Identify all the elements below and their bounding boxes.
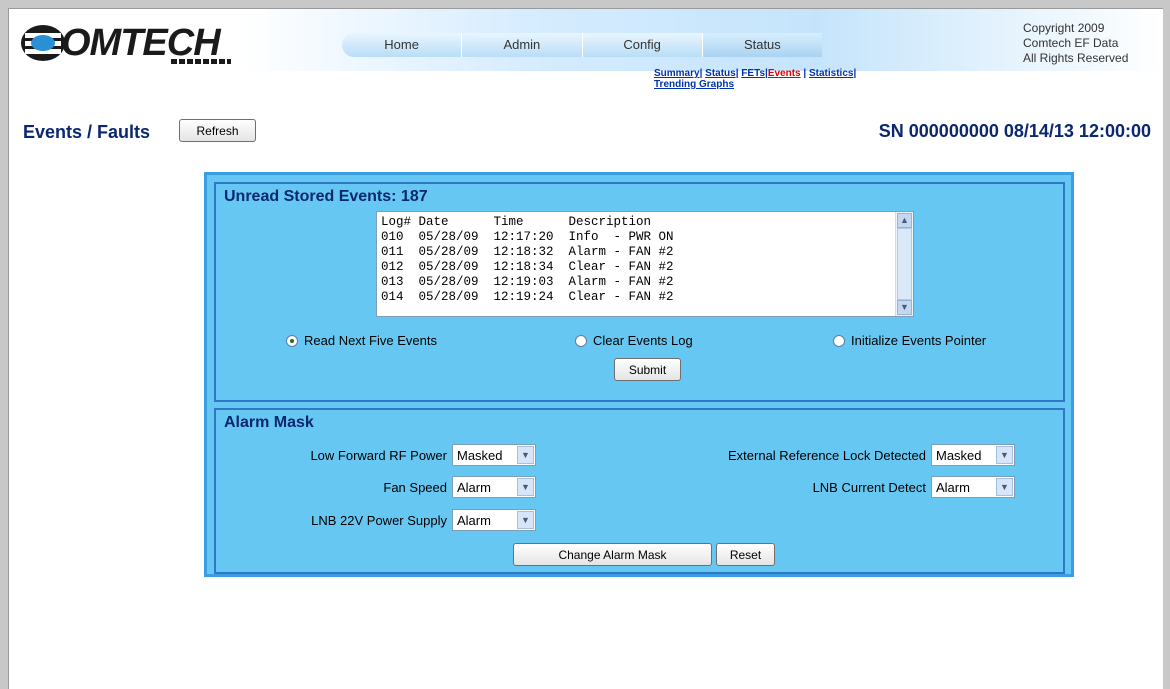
external-reference-lock-select[interactable]: Masked ▼ [931,444,1015,466]
scroll-thumb[interactable] [897,228,912,300]
radio-unchecked-icon[interactable] [833,334,845,347]
copyright-block: Copyright 2009 Comtech EF Data All Right… [1023,21,1151,66]
log-row: 010 05/28/09 12:17:20 Info - PWR ON [381,230,674,244]
field-fan-speed: Fan Speed Alarm ▼ [383,476,536,498]
change-alarm-mask-button[interactable]: Change Alarm Mask [513,543,712,566]
serial-date-time: SN 000000000 08/14/13 12:00:00 [878,121,1151,141]
log-row: 014 05/28/09 12:19:24 Clear - FAN #2 [381,290,674,304]
lnb-current-detect-select[interactable]: Alarm ▼ [931,476,1015,498]
radio-clear-events-log[interactable]: Clear Events Log [575,333,693,348]
subnav-status[interactable]: Status [705,68,736,79]
tab-admin[interactable]: Admin [462,33,583,57]
browser-frame: OMTECH Home Admin Config Status Copyrigh… [8,8,1163,689]
comtech-logo: OMTECH [21,22,271,69]
field-external-reference-lock: External Reference Lock Detected Masked … [728,444,1015,466]
events-section: Unread Stored Events: 187 Log# Date Time… [214,182,1065,402]
log-row: 011 05/28/09 12:18:32 Alarm - FAN #2 [381,245,674,259]
status-subnav: Summary| Status| FETs|Events | Statistic… [654,68,857,90]
alarm-mask-title: Alarm Mask [224,414,314,431]
low-forward-rf-power-select[interactable]: Masked ▼ [452,444,536,466]
alarm-mask-section: Alarm Mask Low Forward RF Power Masked ▼… [214,408,1065,574]
chevron-down-icon[interactable]: ▼ [996,478,1013,496]
event-action-options: Read Next Five Events Clear Events Log I… [216,333,1063,353]
header-bar: OMTECH Home Admin Config Status Copyrigh… [9,9,1163,71]
globe-icon [21,25,65,61]
field-label: Fan Speed [383,479,447,495]
log-header: Log# Date Time Description [381,215,652,229]
reset-button[interactable]: Reset [716,543,775,566]
subnav-events[interactable]: Events [768,68,801,79]
field-lnb-22v-power-supply: LNB 22V Power Supply Alarm ▼ [311,509,536,531]
field-low-forward-rf-power: Low Forward RF Power Masked ▼ [310,444,536,466]
radio-initialize-pointer[interactable]: Initialize Events Pointer [833,333,986,348]
subnav-statistics[interactable]: Statistics [809,68,853,79]
log-row: 012 05/28/09 12:18:34 Clear - FAN #2 [381,260,674,274]
tab-status[interactable]: Status [702,33,822,57]
chevron-down-icon[interactable]: ▼ [517,446,534,464]
subnav-summary[interactable]: Summary [654,68,700,79]
tab-config[interactable]: Config [583,33,703,57]
radio-checked-icon[interactable] [286,334,298,347]
events-title: Unread Stored Events: 187 [224,188,428,205]
radio-label: Read Next Five Events [304,333,437,348]
lnb-22v-power-supply-select[interactable]: Alarm ▼ [452,509,536,531]
logo-stripes [171,59,231,64]
chevron-down-icon[interactable]: ▼ [517,511,534,529]
radio-unchecked-icon[interactable] [575,334,587,347]
field-label: LNB 22V Power Supply [311,512,447,528]
radio-read-next-five[interactable]: Read Next Five Events [286,333,437,348]
subnav-trending-graphs[interactable]: Trending Graphs [654,79,734,90]
radio-label: Clear Events Log [593,333,693,348]
copyright-line: Comtech EF Data [1023,36,1119,50]
log-row: 013 05/28/09 12:19:03 Alarm - FAN #2 [381,275,674,289]
page-title: Events / Faults [23,122,151,142]
events-log-textarea[interactable]: Log# Date Time Description 010 05/28/09 1… [376,211,914,317]
copyright-line: Copyright 2009 [1023,21,1105,35]
field-label: Low Forward RF Power [310,447,447,463]
tab-home[interactable]: Home [342,33,463,57]
field-label: LNB Current Detect [812,479,926,495]
submit-button[interactable]: Submit [614,358,681,381]
field-label: External Reference Lock Detected [728,447,926,463]
events-alarm-panel: Unread Stored Events: 187 Log# Date Time… [204,172,1074,577]
subnav-fets[interactable]: FETs [741,68,765,79]
scroll-up-icon[interactable]: ▲ [897,213,912,228]
chevron-down-icon[interactable]: ▼ [517,478,534,496]
main-nav: Home Admin Config Status [342,33,822,57]
log-scrollbar[interactable]: ▲ ▼ [895,212,913,316]
radio-label: Initialize Events Pointer [851,333,987,348]
chevron-down-icon[interactable]: ▼ [996,446,1013,464]
events-log-text: Log# Date Time Description 010 05/28/09 1… [381,215,674,305]
copyright-line: All Rights Reserved [1023,51,1129,65]
fan-speed-select[interactable]: Alarm ▼ [452,476,536,498]
scroll-down-icon[interactable]: ▼ [897,300,912,315]
field-lnb-current-detect: LNB Current Detect Alarm ▼ [813,476,1015,498]
refresh-button[interactable]: Refresh [179,119,256,142]
